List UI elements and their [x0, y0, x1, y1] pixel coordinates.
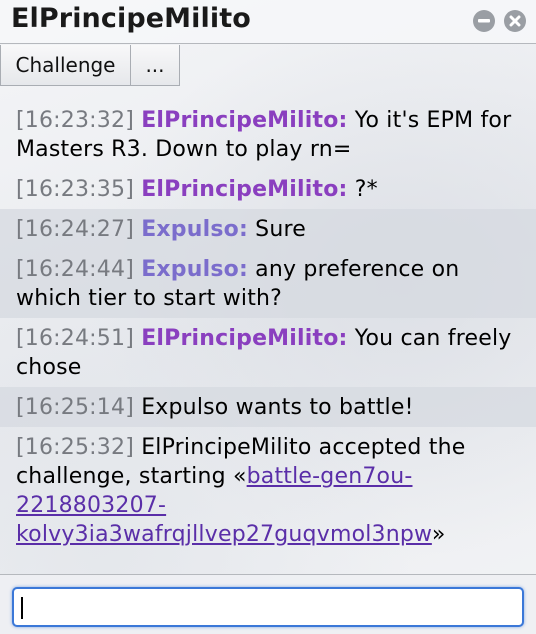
- timestamp: [16:24:44]: [16, 257, 134, 282]
- text-caret: [21, 597, 23, 619]
- chat-message: [16:23:32] ElPrincipeMilito: Yo it's EPM…: [0, 100, 536, 169]
- timestamp: [16:24:27]: [16, 217, 134, 242]
- chat-log[interactable]: [16:23:32] ElPrincipeMilito: Yo it's EPM…: [0, 100, 536, 562]
- chat-message: [16:24:44] Expulso: any preference on wh…: [0, 249, 536, 318]
- title-bar: ElPrincipeMilito: [0, 0, 536, 44]
- system-message: [16:25:32] ElPrincipeMilito accepted the…: [0, 427, 536, 554]
- challenge-button[interactable]: Challenge: [0, 45, 131, 86]
- timestamp: [16:23:35]: [16, 177, 134, 202]
- minimize-icon[interactable]: [473, 10, 495, 32]
- username[interactable]: ElPrincipeMilito:: [141, 326, 347, 351]
- input-bar: [0, 574, 536, 634]
- username[interactable]: Expulso:: [141, 217, 248, 242]
- message-text: Expulso wants to battle!: [141, 395, 414, 420]
- message-text: Sure: [255, 217, 306, 242]
- username[interactable]: ElPrincipeMilito:: [141, 177, 347, 202]
- chat-message: [16:24:51] ElPrincipeMilito: You can fre…: [0, 318, 536, 387]
- message-text-end: »: [431, 522, 446, 547]
- close-icon[interactable]: [504, 10, 526, 32]
- system-message: [16:25:14] Expulso wants to battle!: [0, 387, 536, 427]
- chat-input[interactable]: [12, 587, 524, 627]
- more-button[interactable]: ...: [131, 45, 180, 86]
- username[interactable]: ElPrincipeMilito:: [141, 108, 347, 133]
- toolbar: Challenge ...: [0, 45, 180, 86]
- timestamp: [16:25:32]: [16, 435, 134, 460]
- username[interactable]: Expulso:: [141, 257, 248, 282]
- chat-message: [16:23:35] ElPrincipeMilito: ?*: [0, 169, 536, 209]
- timestamp: [16:25:14]: [16, 395, 134, 420]
- timestamp: [16:24:51]: [16, 326, 134, 351]
- message-text: ?*: [354, 177, 378, 202]
- window-title: ElPrincipeMilito: [11, 3, 251, 34]
- chat-message: [16:24:27] Expulso: Sure: [0, 209, 536, 249]
- timestamp: [16:23:32]: [16, 108, 134, 133]
